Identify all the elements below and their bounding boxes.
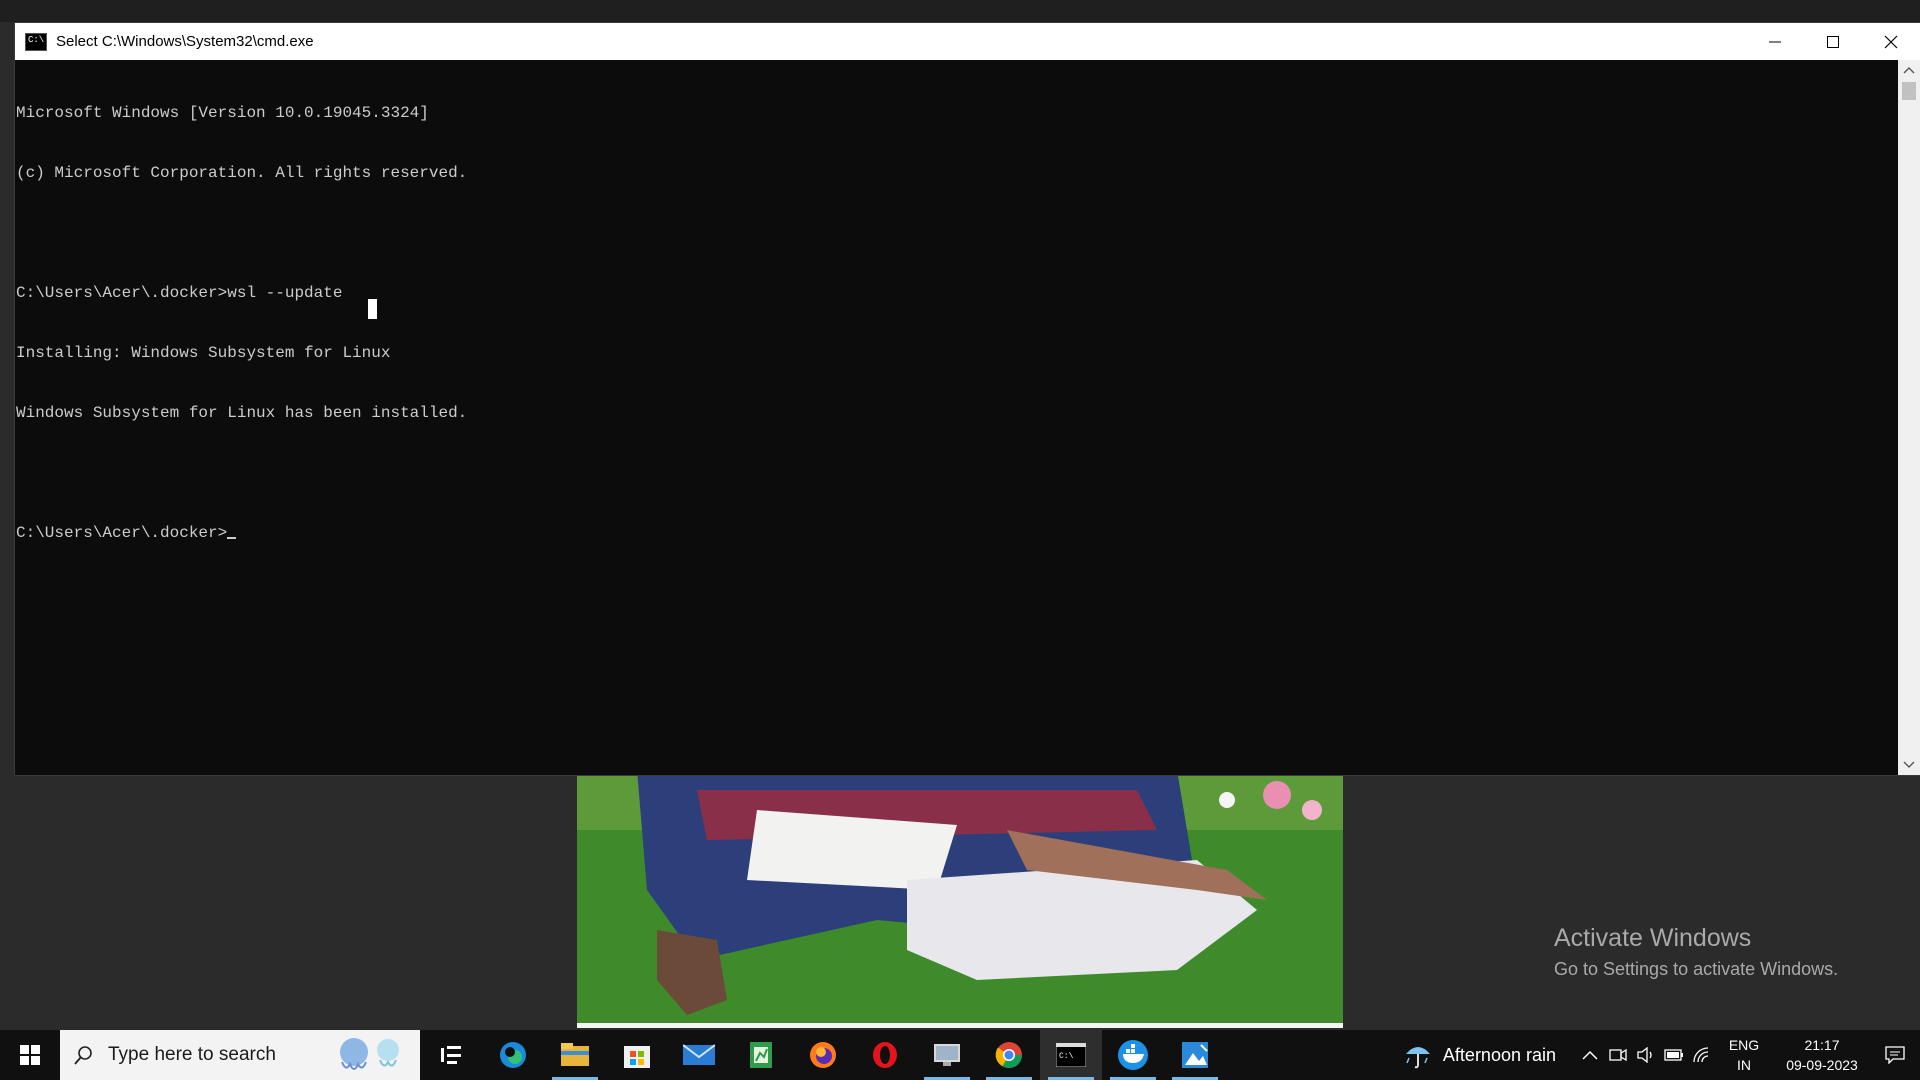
window-titlebar[interactable]: C:\ Select C:\Windows\System32\cmd.exe — [15, 23, 1920, 60]
input-language-button[interactable]: ENG IN — [1720, 1035, 1768, 1075]
chevron-down-icon — [1903, 761, 1915, 768]
spreadsheet-app-icon — [750, 1042, 772, 1068]
activate-title: Activate Windows — [1554, 924, 1752, 952]
taskbar-app-mail[interactable] — [668, 1030, 730, 1080]
cmd-window[interactable]: C:\ Select C:\Windows\System32\cmd.exe M… — [15, 23, 1920, 775]
minimize-icon — [1769, 41, 1781, 42]
window-title: Select C:\Windows\System32\cmd.exe — [56, 33, 314, 50]
vertical-scrollbar[interactable] — [1898, 60, 1920, 775]
taskbar-app-chrome[interactable] — [978, 1030, 1040, 1080]
taskbar-app-store[interactable] — [606, 1030, 668, 1080]
taskbar-app-edge[interactable] — [482, 1030, 544, 1080]
battery-icon — [1664, 1049, 1683, 1061]
task-view-button[interactable] — [420, 1030, 482, 1080]
volume-button[interactable] — [1632, 1030, 1660, 1080]
cmd-icon: C:\ — [25, 32, 47, 51]
action-center-button[interactable] — [1870, 1030, 1920, 1080]
close-button[interactable] — [1862, 23, 1920, 60]
clock-time: 21:17 — [1804, 1037, 1840, 1053]
console-line: Installing: Windows Subsystem for Linux — [16, 344, 391, 362]
mail-icon — [683, 1044, 715, 1065]
taskbar-app-cmd[interactable]: C:\ — [1040, 1030, 1102, 1080]
language-code: ENG — [1728, 1037, 1760, 1053]
svg-text:C:\: C:\ — [1059, 1052, 1074, 1061]
opera-icon — [873, 1042, 897, 1068]
firefox-icon — [810, 1042, 836, 1068]
speaker-icon — [1637, 1047, 1652, 1063]
console-line: C:\Users\Acer\.docker>wsl --update — [16, 284, 343, 302]
taskbar-app-remote[interactable] — [916, 1030, 978, 1080]
wallpaper-photo — [577, 770, 1343, 1028]
taskbar-app-docker[interactable] — [1102, 1030, 1164, 1080]
clock-date: 09-09-2023 — [1786, 1057, 1858, 1073]
maximize-icon — [1827, 35, 1839, 48]
file-explorer-icon — [561, 1043, 589, 1066]
taskbar-app-file-explorer[interactable] — [544, 1030, 606, 1080]
microsoft-store-icon — [624, 1046, 650, 1068]
chrome-icon — [995, 1042, 1023, 1069]
console-prompt-line[interactable]: C:\Users\Acer\.docker> — [16, 523, 1898, 543]
taskbar-app-opera[interactable] — [854, 1030, 916, 1080]
console-prompt: C:\Users\Acer\.docker> — [16, 524, 228, 542]
scroll-up-button[interactable] — [1898, 60, 1920, 80]
rain-umbrella-icon — [1405, 1047, 1430, 1069]
search-highlight-jellyfish-icon — [340, 1038, 399, 1070]
scroll-down-button[interactable] — [1898, 755, 1920, 775]
search-placeholder: Type here to search — [108, 1044, 276, 1065]
task-view-icon — [441, 1046, 461, 1064]
wifi-icon — [1693, 1047, 1709, 1063]
edge-icon — [500, 1042, 526, 1068]
mouse-cursor — [368, 299, 377, 319]
docker-icon — [1118, 1040, 1148, 1070]
chevron-up-icon — [1582, 1050, 1598, 1060]
taskbar-search-box[interactable]: Type here to search — [60, 1030, 420, 1080]
battery-button[interactable] — [1660, 1030, 1688, 1080]
console-line: Microsoft Windows [Version 10.0.19045.33… — [16, 104, 429, 122]
camera-icon — [1609, 1048, 1627, 1062]
scrollbar-thumb[interactable] — [1902, 82, 1916, 100]
activate-subtitle: Go to Settings to activate Windows. — [1554, 959, 1839, 979]
show-hidden-icons-button[interactable] — [1576, 1030, 1604, 1080]
system-tray: Afternoon rain ENG IN 21:17 09-09-2023 — [1403, 1030, 1920, 1080]
console-line: Windows Subsystem for Linux has been ins… — [16, 404, 468, 422]
taskbar-app-sheets[interactable] — [730, 1030, 792, 1080]
windows-logo-icon — [20, 1045, 40, 1065]
close-icon — [1884, 35, 1898, 48]
command-prompt-icon: C:\ — [1056, 1043, 1086, 1067]
taskbar-app-photos[interactable] — [1164, 1030, 1226, 1080]
console-output[interactable]: Microsoft Windows [Version 10.0.19045.33… — [15, 60, 1898, 775]
weather-text: Afternoon rain — [1442, 1044, 1556, 1065]
activate-windows-watermark: Activate Windows Go to Settings to activ… — [1554, 924, 1838, 980]
clock-button[interactable]: 21:17 09-09-2023 — [1774, 1035, 1870, 1075]
remote-desktop-icon — [934, 1044, 960, 1066]
start-button[interactable] — [0, 1030, 60, 1080]
background-window-titlebar — [0, 0, 1920, 22]
text-cursor — [227, 537, 237, 539]
minimize-button[interactable] — [1746, 23, 1804, 60]
chevron-up-icon — [1903, 67, 1915, 74]
taskbar: Type here to search C:\ Afternoon rain E… — [0, 1030, 1920, 1080]
meet-now-button[interactable] — [1604, 1030, 1632, 1080]
search-icon — [74, 1046, 92, 1065]
notification-icon — [1885, 1046, 1905, 1064]
weather-widget[interactable]: Afternoon rain — [1403, 1040, 1556, 1070]
console-line: (c) Microsoft Corporation. All rights re… — [16, 164, 468, 182]
photos-icon — [1182, 1042, 1208, 1068]
maximize-button[interactable] — [1804, 23, 1862, 60]
region-code: IN — [1737, 1057, 1751, 1073]
taskbar-app-firefox[interactable] — [792, 1030, 854, 1080]
network-button[interactable] — [1688, 1030, 1716, 1080]
